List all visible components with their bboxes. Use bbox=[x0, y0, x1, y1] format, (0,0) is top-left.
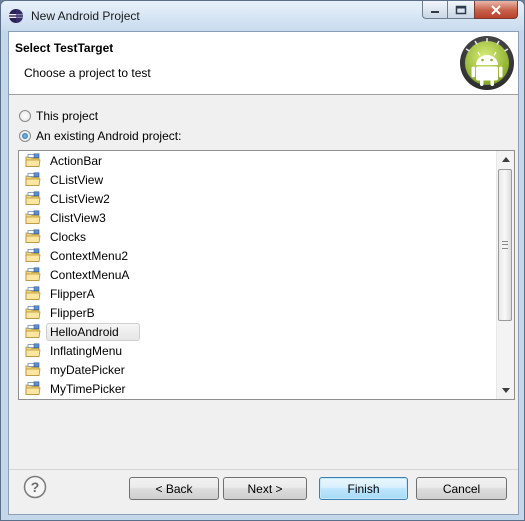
svg-text:?: ? bbox=[31, 479, 40, 495]
minimize-button[interactable] bbox=[422, 1, 448, 19]
list-item[interactable]: FlipperA bbox=[19, 284, 489, 303]
list-item[interactable]: MyTimePicker bbox=[19, 379, 489, 398]
project-name: ActionBar bbox=[50, 153, 103, 168]
list-item[interactable]: ActionBar bbox=[19, 151, 489, 170]
maximize-icon bbox=[455, 5, 467, 14]
finish-button[interactable]: Finish bbox=[319, 477, 408, 500]
existing-project-label: An existing Android project: bbox=[36, 129, 182, 143]
project-name: FlipperA bbox=[50, 286, 95, 301]
project-name: Clocks bbox=[50, 229, 87, 244]
this-project-radio[interactable] bbox=[19, 110, 31, 122]
title-bar[interactable]: New Android Project bbox=[1, 1, 524, 31]
project-name: FlipperB bbox=[50, 305, 95, 320]
window-title: New Android Project bbox=[31, 9, 140, 23]
project-list[interactable]: ActionBar CListView CListView2 ClistView3 Cl… bbox=[18, 150, 515, 400]
project-folder-icon bbox=[25, 248, 41, 262]
scroll-up-button[interactable] bbox=[497, 151, 514, 168]
project-name: ContextMenuA bbox=[50, 267, 130, 282]
project-list-items: ActionBar CListView CListView2 ClistView3 Cl… bbox=[19, 151, 489, 398]
project-name: InflatingMenu bbox=[50, 343, 123, 358]
back-button-label: < Back bbox=[155, 481, 193, 496]
minimize-icon bbox=[431, 10, 439, 13]
project-name: CListView bbox=[50, 172, 104, 187]
project-folder-icon bbox=[25, 381, 41, 395]
project-name: myDatePicker bbox=[50, 362, 125, 377]
grip-icon bbox=[502, 241, 508, 249]
list-item[interactable]: ContextMenuA bbox=[19, 265, 489, 284]
vertical-scrollbar[interactable] bbox=[496, 151, 514, 399]
list-item[interactable]: FlipperB bbox=[19, 303, 489, 322]
list-item[interactable]: CListView bbox=[19, 170, 489, 189]
list-item[interactable]: myDatePicker bbox=[19, 360, 489, 379]
this-project-option[interactable]: This project bbox=[19, 109, 98, 123]
eclipse-icon bbox=[9, 9, 23, 23]
project-folder-icon bbox=[25, 267, 41, 281]
list-item[interactable]: Clocks bbox=[19, 227, 489, 246]
arrow-down-icon bbox=[501, 388, 510, 393]
list-item[interactable]: InflatingMenu bbox=[19, 341, 489, 360]
project-folder-icon bbox=[25, 191, 41, 205]
project-folder-icon bbox=[25, 172, 41, 186]
new-android-project-dialog: New Android Project Select TestTarget Ch… bbox=[0, 0, 525, 521]
list-item[interactable]: CListView2 bbox=[19, 189, 489, 208]
project-folder-icon bbox=[25, 324, 41, 338]
next-button-label: Next > bbox=[247, 481, 283, 496]
list-item[interactable]: HelloAndroid bbox=[19, 322, 489, 341]
project-name: ContextMenu2 bbox=[50, 248, 129, 263]
maximize-button[interactable] bbox=[448, 1, 474, 19]
scroll-down-button[interactable] bbox=[497, 382, 514, 399]
project-folder-icon bbox=[25, 343, 41, 357]
project-name: CListView2 bbox=[50, 191, 110, 206]
list-item[interactable]: ClistView3 bbox=[19, 208, 489, 227]
project-folder-icon bbox=[25, 210, 41, 224]
project-folder-icon bbox=[25, 362, 41, 376]
cancel-button[interactable]: Cancel bbox=[416, 477, 507, 500]
this-project-label: This project bbox=[36, 109, 99, 123]
close-icon bbox=[491, 4, 501, 15]
project-name: MyTimePicker bbox=[50, 381, 126, 396]
arrow-up-icon bbox=[501, 157, 510, 162]
project-folder-icon bbox=[25, 153, 41, 167]
page-description: Choose a project to test bbox=[24, 66, 151, 80]
project-name: ClistView3 bbox=[50, 210, 106, 225]
help-icon[interactable]: ? bbox=[23, 475, 47, 499]
project-folder-icon bbox=[25, 305, 41, 319]
scroll-thumb[interactable] bbox=[498, 169, 512, 321]
project-folder-icon bbox=[25, 229, 41, 243]
project-name: HelloAndroid bbox=[46, 322, 140, 341]
next-button[interactable]: Next > bbox=[223, 477, 307, 500]
dialog-client-area: Select TestTarget Choose a project to te… bbox=[8, 31, 519, 515]
wizard-banner: Select TestTarget Choose a project to te… bbox=[9, 32, 518, 95]
close-button[interactable] bbox=[474, 1, 518, 19]
footer-divider bbox=[9, 469, 518, 470]
finish-button-label: Finish bbox=[347, 481, 380, 496]
page-title: Select TestTarget bbox=[15, 41, 114, 55]
project-folder-icon bbox=[25, 286, 41, 300]
android-logo-icon bbox=[460, 36, 514, 90]
back-button[interactable]: < Back bbox=[129, 477, 219, 500]
list-item[interactable]: ContextMenu2 bbox=[19, 246, 489, 265]
existing-project-option[interactable]: An existing Android project: bbox=[19, 129, 181, 143]
existing-project-radio[interactable] bbox=[19, 130, 31, 142]
cancel-button-label: Cancel bbox=[442, 481, 481, 496]
